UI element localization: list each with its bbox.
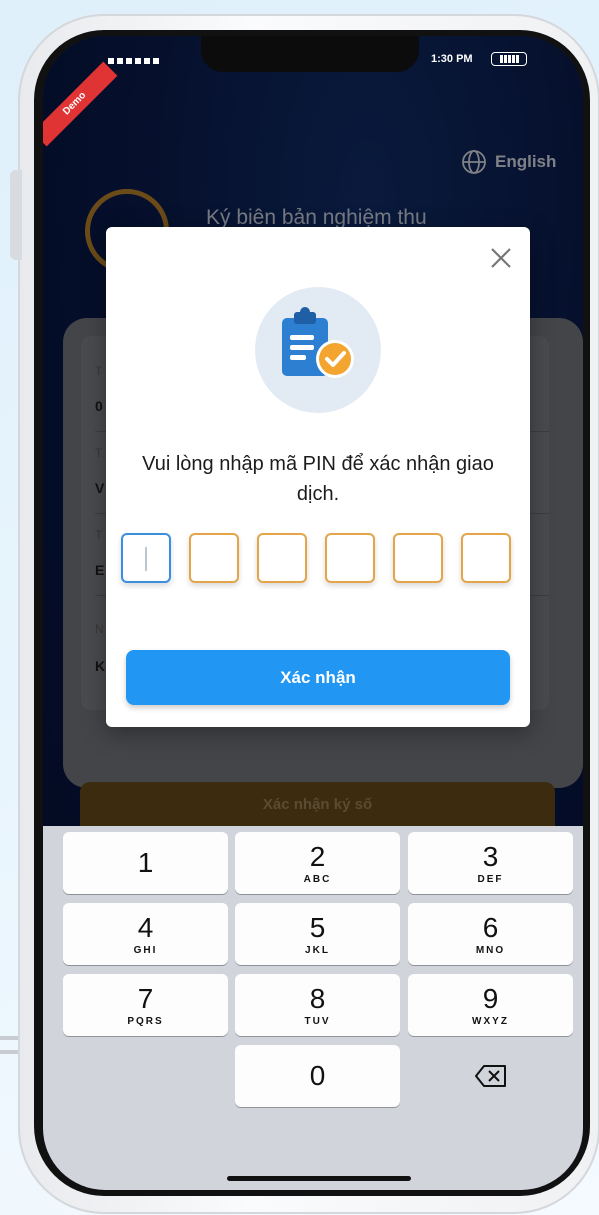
pin-digit-6[interactable] (461, 533, 511, 583)
key-3[interactable]: 3 DEF (408, 832, 573, 894)
home-indicator (227, 1176, 411, 1181)
key-1[interactable]: 1 (63, 832, 228, 894)
numeric-keypad: 1 2 ABC 3 DEF 4 GHI 5 JKL 6 MNO 7 PQRS 8 TUV 9W… (43, 826, 583, 1190)
close-button[interactable] (486, 243, 516, 273)
pin-input-row (121, 533, 521, 587)
pin-digit-4[interactable] (325, 533, 375, 583)
backspace-icon (474, 1065, 506, 1087)
pin-digit-5[interactable] (393, 533, 443, 583)
pin-prompt-text: Vui lòng nhập mã PIN để xác nhận giao dị… (142, 453, 494, 505)
pin-dialog: Vui lòng nhập mã PIN để xác nhận giao dị… (106, 227, 530, 727)
backspace-key[interactable] (408, 1045, 573, 1107)
status-time: 1:30 PM (431, 53, 473, 65)
key-2[interactable]: 2 ABC (235, 832, 400, 894)
key-7[interactable]: 7 PQRS (63, 974, 228, 1036)
phone-screen: English Ký biên bản nghiệm thu T 0 T V T… (43, 36, 583, 1190)
phone-notch (201, 36, 419, 72)
text-caret (145, 547, 147, 571)
clipboard-check-icon (255, 287, 381, 413)
pin-digit-2[interactable] (189, 533, 239, 583)
confirm-button[interactable]: Xác nhận (126, 650, 510, 705)
key-8[interactable]: 8 TUV (235, 974, 400, 1036)
battery-icon (491, 52, 527, 66)
key-0[interactable]: 0 (235, 1045, 400, 1107)
pin-digit-1[interactable] (121, 533, 171, 583)
close-icon (491, 248, 511, 268)
key-6[interactable]: 6 MNO (408, 903, 573, 965)
phone-side-button (10, 170, 22, 260)
signal-icon (108, 58, 159, 64)
key-9[interactable]: 9 WXYZ (408, 974, 573, 1036)
key-4[interactable]: 4 GHI (63, 903, 228, 965)
pin-digit-3[interactable] (257, 533, 307, 583)
key-5[interactable]: 5 JKL (235, 903, 400, 965)
